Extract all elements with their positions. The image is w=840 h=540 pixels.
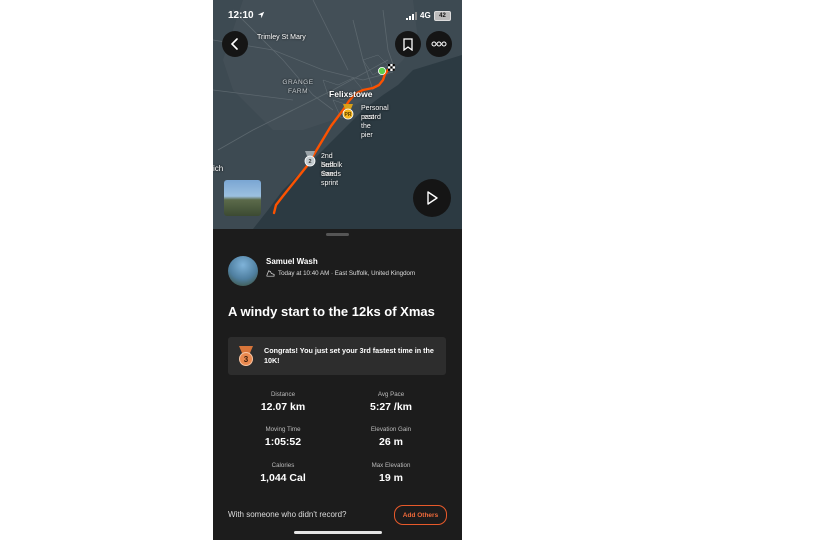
sheet-grabber[interactable] [326,233,349,236]
stat-label: Elevation Gain [370,426,412,433]
pin-label-line2: Suffolk Sands sprint [321,162,343,187]
stat-avg-pace: Avg Pace 5:27 /km [346,391,436,413]
signal-icon [406,12,417,20]
play-icon [427,191,438,205]
route-map[interactable]: 12:10 4G 42 Trimley St Mary GRANGE FARM … [213,0,462,229]
status-bar: 12:10 4G 42 [213,0,462,32]
stat-calories: Calories 1,044 Cal [238,462,328,484]
athlete-name[interactable]: Samuel Wash [266,257,318,266]
map-label-trimley: Trimley St Mary [257,34,306,41]
stat-elevation-gain: Elevation Gain 26 m [346,426,436,448]
activity-photo-thumbnail[interactable] [224,180,261,216]
bronze-medal-icon: 3 [239,346,253,366]
achievement-text: Congrats! You just set your 3rd fastest … [264,346,434,365]
bookmark-button[interactable] [395,31,421,57]
stat-value: 1:05:52 [264,436,302,448]
silver-medal-icon: 2 [304,151,316,167]
activity-meta: Today at 10:40 AM · East Suffolk, United… [266,269,415,278]
chevron-left-icon [230,38,238,50]
map-label-edge: ich [213,164,224,173]
play-flyover-button[interactable] [413,179,451,217]
stat-value: 12.07 km [260,401,306,413]
pin-label-line2: past the pier [361,114,375,139]
location-arrow-icon [257,11,265,19]
stat-max-elevation: Max Elevation 19 m [346,462,436,484]
stat-label: Distance [270,391,296,398]
map-label-grange-farm: GRANGE FARM [282,79,314,95]
stat-value: 19 m [379,472,403,484]
stat-moving-time: Moving Time 1:05:52 [238,426,328,448]
stat-label: Max Elevation [371,462,411,469]
network-type: 4G [420,11,431,20]
add-others-button[interactable]: Add Others [394,505,447,525]
home-indicator[interactable] [294,531,382,534]
svg-text:PR: PR [345,112,352,118]
stat-value: 5:27 /km [369,401,413,413]
map-label-felixstowe: Felixstowe [329,89,373,99]
battery-icon: 42 [434,11,451,21]
stat-distance: Distance 12.07 km [238,391,328,413]
activity-title: A windy start to the 12ks of Xmas [228,304,435,319]
stat-label: Avg Pace [377,391,405,398]
achievement-banner[interactable]: 3 Congrats! You just set your 3rd fastes… [228,337,446,375]
more-button[interactable] [426,31,452,57]
stat-value: 1,044 Cal [260,472,306,484]
status-time: 12:10 [228,10,254,21]
medal-rank: 3 [244,355,249,364]
phone-screen: 12:10 4G 42 Trimley St Mary GRANGE FARM … [213,0,462,540]
with-others-prompt: With someone who didn't record? [228,510,347,519]
stat-label: Calories [271,462,295,469]
gold-medal-icon: PR [342,104,354,120]
stat-label: Moving Time [265,426,301,433]
svg-text:2: 2 [308,159,311,165]
back-button[interactable] [222,31,248,57]
bookmark-icon [403,37,413,51]
avatar[interactable] [228,256,258,286]
activity-meta-text: Today at 10:40 AM · East Suffolk, United… [278,270,416,277]
more-icon [431,41,447,47]
run-shoe-icon [266,270,275,277]
stat-value: 26 m [379,436,403,448]
activity-sheet: Samuel Wash Today at 10:40 AM · East Suf… [213,229,462,540]
